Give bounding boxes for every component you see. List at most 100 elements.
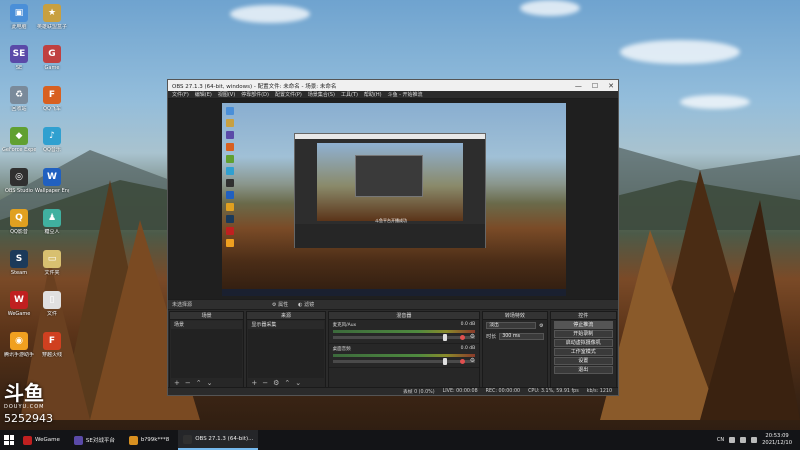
- mute-icon[interactable]: [460, 335, 466, 340]
- remove-icon[interactable]: −: [185, 379, 191, 387]
- source-item[interactable]: 显示器采集: [248, 321, 324, 329]
- scene-list: 场景: [171, 321, 243, 378]
- properties-button[interactable]: ⚙ 属性: [272, 301, 288, 308]
- app-icon: ▣: [10, 4, 28, 22]
- desktop-icon[interactable]: ◉ 腾讯手游助手: [2, 332, 36, 358]
- channel-db: 0.0 dB: [460, 346, 476, 351]
- move-down-icon[interactable]: ⌄: [207, 379, 213, 387]
- control-button[interactable]: 退出: [553, 366, 613, 374]
- taskbar-app[interactable]: WeGame: [18, 430, 65, 450]
- close-icon[interactable]: ✕: [608, 82, 614, 90]
- app-icon: Q: [10, 209, 28, 227]
- transitions-dock: 转场特效 淡出 ⚙ 时长 300 ms: [482, 311, 548, 389]
- app-icon: ◆: [10, 127, 28, 145]
- volume-slider[interactable]: [332, 334, 476, 341]
- desktop-icon[interactable]: ◆ GeForce Experience: [2, 127, 36, 153]
- move-up-icon[interactable]: ⌃: [196, 379, 202, 387]
- duration-input[interactable]: 300 ms: [499, 333, 544, 340]
- control-button[interactable]: 开始录制: [553, 330, 613, 338]
- desktop-icon[interactable]: ▭ 文件夹: [35, 250, 69, 276]
- source-list: 显示器采集: [248, 321, 324, 378]
- slider-handle[interactable]: [443, 358, 448, 365]
- stream-preview[interactable]: 斗鱼平台开播成功: [222, 103, 566, 296]
- room-number: 5252943: [4, 412, 53, 425]
- volume-slider[interactable]: [332, 358, 476, 365]
- app-icon: SE: [10, 45, 28, 63]
- minimize-icon[interactable]: —: [575, 82, 582, 90]
- gear-icon[interactable]: ⚙: [539, 323, 543, 329]
- move-up-icon[interactable]: ⌃: [284, 379, 290, 387]
- control-button[interactable]: 设置: [553, 357, 613, 365]
- add-icon[interactable]: +: [174, 379, 180, 387]
- app-icon: G: [43, 45, 61, 63]
- desktop-icon[interactable]: ♻ 回收站: [2, 86, 36, 112]
- desktop-icon-label: 腾讯手游助手: [3, 352, 34, 358]
- mixer-channel: 麦克风/Aux 0.0 dB ⚙: [328, 320, 480, 344]
- start-button[interactable]: [0, 430, 18, 450]
- sources-title: 来源: [247, 312, 325, 320]
- channel-name: 桌面音频: [332, 347, 351, 352]
- desktop-icon[interactable]: W Wallpaper Engine: [35, 168, 69, 194]
- menu-item[interactable]: 帮助(H): [364, 91, 382, 98]
- taskbar-app[interactable]: b?99k***8: [124, 430, 174, 450]
- clock-time: 20:53:09: [765, 433, 789, 439]
- app-icon: S: [10, 250, 28, 268]
- menu-item[interactable]: 文件(F): [172, 91, 189, 98]
- transition-select[interactable]: 淡出: [486, 322, 537, 329]
- taskbar-app[interactable]: OBS 27.1.3 (64-bit)...: [178, 430, 259, 450]
- desktop-icon[interactable]: ♪ QQ音乐: [35, 127, 69, 153]
- desktop-icon[interactable]: Q QQ影音: [2, 209, 36, 235]
- obs-window[interactable]: OBS 27.1.3 (64-bit, windows) - 配置文件: 未命名…: [167, 79, 619, 396]
- gear-icon[interactable]: ⚙: [273, 379, 279, 387]
- filters-button[interactable]: ◐ 滤镜: [298, 301, 314, 308]
- desktop-icon[interactable]: S Steam: [2, 250, 36, 276]
- desktop-icon-label: 英雄联盟盒子: [36, 24, 67, 30]
- notification-icon[interactable]: [751, 437, 758, 443]
- app-icon: [183, 434, 193, 444]
- desktop-icon-label: WeGame: [7, 311, 31, 317]
- control-button[interactable]: 启动虚拟摄像机: [553, 339, 613, 347]
- menu-item[interactable]: 配置文件(P): [275, 91, 302, 98]
- menu-item[interactable]: 视图(V): [218, 91, 235, 98]
- menu-item[interactable]: 编辑(E): [195, 91, 212, 98]
- add-icon[interactable]: +: [251, 379, 257, 387]
- control-button[interactable]: 停止推流: [553, 321, 613, 329]
- volume-icon[interactable]: [740, 437, 747, 443]
- desktop-icon-label: 糖豆人: [44, 229, 60, 235]
- desktop-icon-label: 文件: [46, 311, 57, 317]
- input-method[interactable]: CN: [717, 437, 724, 443]
- clock-date: 2021/12/10: [762, 440, 792, 446]
- desktop-icon[interactable]: G Game: [35, 45, 69, 71]
- app-icon: ▭: [43, 250, 61, 268]
- slider-handle[interactable]: [443, 334, 448, 341]
- preview-area: 斗鱼平台开播成功: [168, 99, 618, 299]
- move-down-icon[interactable]: ⌄: [295, 379, 301, 387]
- desktop-icon[interactable]: ★ 英雄联盟盒子: [35, 4, 69, 30]
- gear-icon[interactable]: ⚙: [470, 357, 475, 364]
- menu-item[interactable]: 停靠部件(D): [241, 91, 269, 98]
- desktop-icon[interactable]: SE SE: [2, 45, 36, 71]
- controls-dock: 控件 停止推流 开始录制 启动虚拟摄像机 工作室模式 设置 退出: [549, 311, 617, 389]
- menu-item[interactable]: 斗鱼 - 开始推流: [388, 91, 423, 98]
- obs-title-bar[interactable]: OBS 27.1.3 (64-bit, windows) - 配置文件: 未命名…: [168, 80, 618, 91]
- gear-icon[interactable]: ⚙: [470, 333, 475, 340]
- desktop-icon[interactable]: ▣ 此电脑: [2, 4, 36, 30]
- desktop-icon[interactable]: ♟ 糖豆人: [35, 209, 69, 235]
- maximize-icon[interactable]: ☐: [592, 82, 598, 90]
- clock[interactable]: 20:53:09 2021/12/10: [762, 433, 792, 447]
- remove-icon[interactable]: −: [262, 379, 268, 387]
- desktop-icon[interactable]: ◎ OBS Studio: [2, 168, 36, 194]
- desktop-icon[interactable]: F QQ飞车: [35, 86, 69, 112]
- menu-item[interactable]: 工具(T): [341, 91, 358, 98]
- menu-item[interactable]: 场景集合(S): [308, 91, 335, 98]
- desktop-icon-label: 此电脑: [11, 24, 27, 30]
- network-icon[interactable]: [729, 437, 736, 443]
- desktop-icon[interactable]: ▯ 文件: [35, 291, 69, 317]
- desktop-icon[interactable]: W WeGame: [2, 291, 36, 317]
- control-button[interactable]: 工作室模式: [553, 348, 613, 356]
- scene-item[interactable]: 场景: [171, 321, 243, 329]
- mute-icon[interactable]: [460, 359, 466, 364]
- desktop-icon[interactable]: F 穿越火线: [35, 332, 69, 358]
- taskbar-app[interactable]: SE对战平台: [69, 430, 120, 450]
- scenes-dock: 场景 场景 + − ⌃ ⌄: [169, 311, 245, 389]
